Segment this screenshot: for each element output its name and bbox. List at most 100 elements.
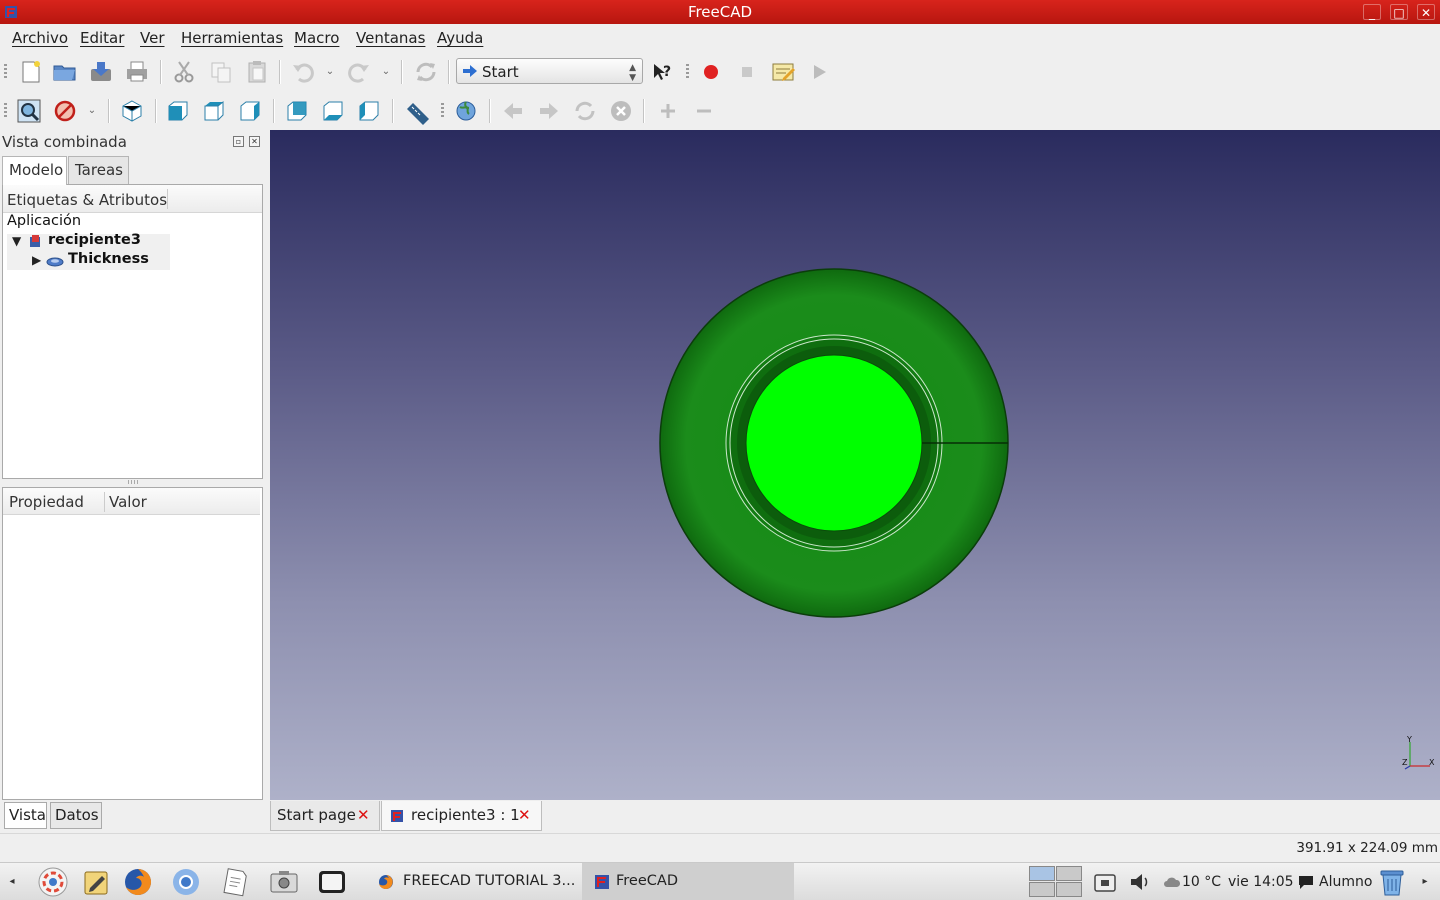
container-model[interactable] bbox=[270, 130, 1440, 800]
save-icon[interactable] bbox=[87, 58, 115, 86]
status-bar: 391.91 x 224.09 mm bbox=[0, 833, 1440, 861]
close-tab-icon[interactable]: ✕ bbox=[518, 806, 531, 824]
task-label: FreeCAD bbox=[616, 873, 678, 889]
float-panel-icon[interactable]: ▫ bbox=[233, 136, 244, 147]
measure-icon[interactable] bbox=[403, 97, 431, 125]
workbench-selector[interactable]: Start ▲ ▼ bbox=[456, 58, 643, 84]
rear-view-icon[interactable] bbox=[283, 97, 311, 125]
front-view-icon[interactable] bbox=[164, 97, 192, 125]
close-panel-icon[interactable]: ✕ bbox=[249, 136, 260, 147]
screenshot-launcher-icon[interactable] bbox=[268, 866, 300, 898]
macro-editor-icon[interactable] bbox=[769, 58, 797, 86]
trash-icon[interactable] bbox=[1376, 866, 1406, 898]
task-freecad-window[interactable]: FreeCAD bbox=[582, 863, 794, 900]
back-arrow-icon[interactable] bbox=[499, 97, 527, 125]
3d-viewport[interactable]: Y Z X bbox=[270, 130, 1440, 800]
workspace-switcher[interactable] bbox=[1029, 866, 1083, 898]
close-tab-icon[interactable]: ✕ bbox=[357, 806, 370, 824]
title-bar: FreeCAD _ □ ✕ bbox=[0, 0, 1440, 24]
draw-style-icon[interactable] bbox=[51, 97, 79, 125]
toolbar-grip[interactable] bbox=[441, 103, 444, 119]
weather-temperature[interactable]: 10 °C bbox=[1182, 874, 1221, 890]
property-column-label: Propiedad bbox=[9, 493, 84, 511]
tab-vista[interactable]: Vista bbox=[4, 802, 47, 829]
taskbar-scroll-left-icon[interactable]: ◂ bbox=[0, 863, 24, 900]
task-firefox-window[interactable]: FREECAD TUTORIAL 3... bbox=[366, 863, 579, 900]
user-name[interactable]: Alumno bbox=[1319, 874, 1372, 890]
menu-ver[interactable]: Ver bbox=[140, 29, 165, 47]
menu-ventanas[interactable]: Ventanas bbox=[356, 29, 425, 47]
close-button[interactable]: ✕ bbox=[1417, 4, 1435, 20]
tab-tareas[interactable]: Tareas bbox=[68, 156, 129, 185]
toolbar-grip[interactable] bbox=[4, 64, 7, 80]
menu-ayuda[interactable]: Ayuda bbox=[437, 29, 483, 47]
panel-splitter[interactable] bbox=[265, 130, 268, 830]
forward-arrow-icon[interactable] bbox=[535, 97, 563, 125]
doc-tab-start-page[interactable]: Start page ✕ bbox=[270, 801, 380, 831]
tab-datos[interactable]: Datos bbox=[50, 802, 102, 829]
network-tray-icon[interactable] bbox=[1089, 866, 1116, 898]
toolbar-grip[interactable] bbox=[686, 64, 689, 80]
splitter-handle[interactable] bbox=[128, 480, 138, 484]
isometric-view-icon[interactable] bbox=[118, 97, 146, 125]
menu-archivo[interactable]: Archivo bbox=[12, 29, 68, 47]
collapse-triangle-icon[interactable]: ▼ bbox=[12, 235, 22, 247]
cut-icon[interactable] bbox=[170, 58, 198, 86]
menu-macro[interactable]: Macro bbox=[294, 29, 339, 47]
firefox-launcher-icon[interactable] bbox=[122, 866, 154, 898]
paste-icon[interactable] bbox=[243, 58, 271, 86]
freecad-small-icon bbox=[595, 875, 609, 889]
stop-loading-icon[interactable] bbox=[607, 97, 635, 125]
reload-icon[interactable] bbox=[571, 97, 599, 125]
window-title: FreeCAD bbox=[687, 3, 753, 21]
redo-icon[interactable] bbox=[345, 58, 373, 86]
undo-dropdown-icon[interactable]: ⌄ bbox=[324, 64, 336, 80]
stop-macro-icon[interactable] bbox=[733, 58, 761, 86]
clock[interactable]: vie 14:05 bbox=[1228, 874, 1294, 890]
new-file-icon[interactable] bbox=[16, 58, 44, 86]
tab-modelo[interactable]: Modelo bbox=[2, 156, 67, 185]
expand-triangle-icon[interactable]: ▶ bbox=[32, 254, 42, 266]
fit-all-icon[interactable] bbox=[15, 97, 43, 125]
tree-root-label: Aplicación bbox=[7, 213, 82, 229]
volume-tray-icon[interactable] bbox=[1124, 866, 1148, 898]
execute-macro-icon[interactable] bbox=[805, 58, 833, 86]
main-toolbar: ⌄ ⌄ Start ▲ ▼ ? bbox=[0, 52, 1440, 92]
taskbar: ◂ FREECAD TUTORIAL 3... FreeCAD 10 °C vi… bbox=[0, 862, 1440, 900]
menu-editar[interactable]: Editar bbox=[80, 29, 124, 47]
right-view-icon[interactable] bbox=[236, 97, 264, 125]
bottom-view-icon[interactable] bbox=[319, 97, 347, 125]
zoom-in-icon[interactable] bbox=[654, 97, 682, 125]
taskbar-scroll-right-icon[interactable]: ▸ bbox=[1413, 863, 1437, 900]
arrow-right-icon bbox=[463, 65, 477, 77]
copy-icon[interactable] bbox=[207, 58, 235, 86]
firefox-small-icon bbox=[379, 875, 393, 889]
tree-header: Etiquetas & Atributos bbox=[3, 185, 262, 213]
redo-dropdown-icon[interactable]: ⌄ bbox=[380, 64, 392, 80]
refresh-icon[interactable] bbox=[412, 58, 440, 86]
text-editor-launcher-icon[interactable] bbox=[80, 866, 112, 898]
property-editor: Propiedad Valor bbox=[2, 487, 263, 800]
zoom-out-icon[interactable] bbox=[690, 97, 718, 125]
open-file-icon[interactable] bbox=[51, 58, 79, 86]
undo-icon[interactable] bbox=[289, 58, 317, 86]
terminal-launcher-icon[interactable] bbox=[316, 866, 348, 898]
toolbar-grip[interactable] bbox=[4, 103, 7, 119]
doc-tab-recipiente3[interactable]: recipiente3 : 1 ✕ bbox=[381, 801, 542, 831]
left-view-icon[interactable] bbox=[355, 97, 383, 125]
notes-launcher-icon[interactable] bbox=[218, 866, 250, 898]
record-macro-icon[interactable] bbox=[697, 58, 725, 86]
draw-style-dropdown-icon[interactable]: ⌄ bbox=[86, 103, 98, 119]
menu-herramientas[interactable]: Herramientas bbox=[181, 29, 283, 47]
chat-bubble-icon bbox=[1299, 876, 1313, 889]
tree-item-thickness[interactable]: Thickness bbox=[68, 251, 149, 267]
top-view-icon[interactable] bbox=[200, 97, 228, 125]
maximize-button[interactable]: □ bbox=[1390, 4, 1408, 20]
start-menu-icon[interactable] bbox=[37, 866, 69, 898]
minimize-button[interactable]: _ bbox=[1363, 4, 1381, 20]
tree-item-recipiente3[interactable]: recipiente3 bbox=[48, 232, 141, 248]
print-icon[interactable] bbox=[123, 58, 151, 86]
web-globe-icon[interactable] bbox=[452, 97, 480, 125]
chrome-launcher-icon[interactable] bbox=[170, 866, 202, 898]
whats-this-icon[interactable]: ? bbox=[648, 58, 676, 86]
